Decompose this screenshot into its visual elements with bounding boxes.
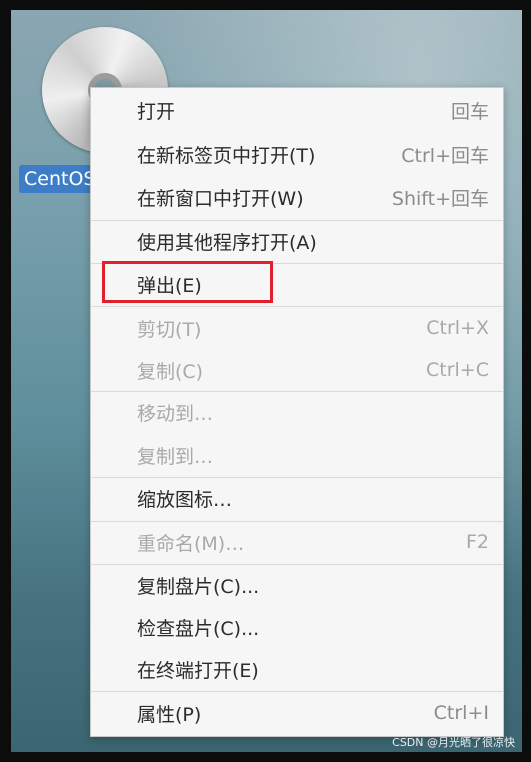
menu-item-label: 移动到… bbox=[137, 402, 214, 425]
menu-item-move-to: 移动到… bbox=[91, 392, 503, 432]
menu-item-copy: 复制(C) Ctrl+C bbox=[91, 350, 503, 390]
watermark-text: CSDN @月光晒了很凉快 bbox=[392, 736, 515, 749]
menu-item-label: 剪切(T) bbox=[137, 318, 202, 341]
menu-item-accelerator: F2 bbox=[465, 531, 489, 553]
menu-item-accelerator: Ctrl+C bbox=[426, 359, 489, 381]
menu-item-label: 在新窗口中打开(W) bbox=[137, 187, 304, 210]
menu-item-accelerator: Shift+回车 bbox=[391, 187, 489, 210]
menu-item-label: 缩放图标… bbox=[137, 488, 233, 511]
menu-item-open-new-window[interactable]: 在新窗口中打开(W) Shift+回车 bbox=[91, 177, 503, 217]
menu-item-label: 复制(C) bbox=[137, 360, 204, 383]
menu-item-open-new-tab[interactable]: 在新标签页中打开(T) Ctrl+回车 bbox=[91, 134, 503, 174]
menu-item-resize-icon[interactable]: 缩放图标… bbox=[91, 478, 503, 518]
menu-item-copy-to: 复制到… bbox=[91, 435, 503, 475]
menu-item-label: 复制盘片(C)... bbox=[137, 575, 260, 598]
menu-item-accelerator: Ctrl+回车 bbox=[401, 144, 489, 167]
menu-separator bbox=[91, 306, 503, 307]
menu-item-label: 打开 bbox=[137, 100, 176, 123]
menu-separator bbox=[91, 691, 503, 692]
menu-item-accelerator: Ctrl+I bbox=[433, 702, 489, 724]
menu-item-accelerator: Ctrl+X bbox=[426, 317, 489, 339]
menu-item-rename: 重命名(M)… F2 bbox=[91, 522, 503, 562]
annotation-highlight-box bbox=[102, 261, 273, 303]
menu-item-open[interactable]: 打开 回车 bbox=[91, 90, 503, 130]
menu-item-label: 检查盘片(C)... bbox=[137, 617, 260, 640]
menu-item-label: 在新标签页中打开(T) bbox=[137, 144, 316, 167]
menu-item-label: 使用其他程序打开(A) bbox=[137, 231, 317, 254]
menu-item-label: 属性(P) bbox=[137, 703, 202, 726]
menu-item-check-disc[interactable]: 检查盘片(C)... bbox=[91, 607, 503, 647]
menu-item-label: 在终端打开(E) bbox=[137, 659, 259, 682]
menu-item-cut: 剪切(T) Ctrl+X bbox=[91, 308, 503, 348]
menu-item-label: 复制到… bbox=[137, 445, 214, 468]
menu-item-accelerator: 回车 bbox=[450, 100, 489, 123]
context-menu: 打开 回车 在新标签页中打开(T) Ctrl+回车 在新窗口中打开(W) Shi… bbox=[90, 87, 504, 737]
menu-item-properties[interactable]: 属性(P) Ctrl+I bbox=[91, 693, 503, 733]
menu-item-copy-disc[interactable]: 复制盘片(C)... bbox=[91, 565, 503, 605]
menu-item-open-with[interactable]: 使用其他程序打开(A) bbox=[91, 221, 503, 261]
menu-item-label: 重命名(M)… bbox=[137, 532, 245, 555]
menu-item-open-terminal[interactable]: 在终端打开(E) bbox=[91, 649, 503, 689]
